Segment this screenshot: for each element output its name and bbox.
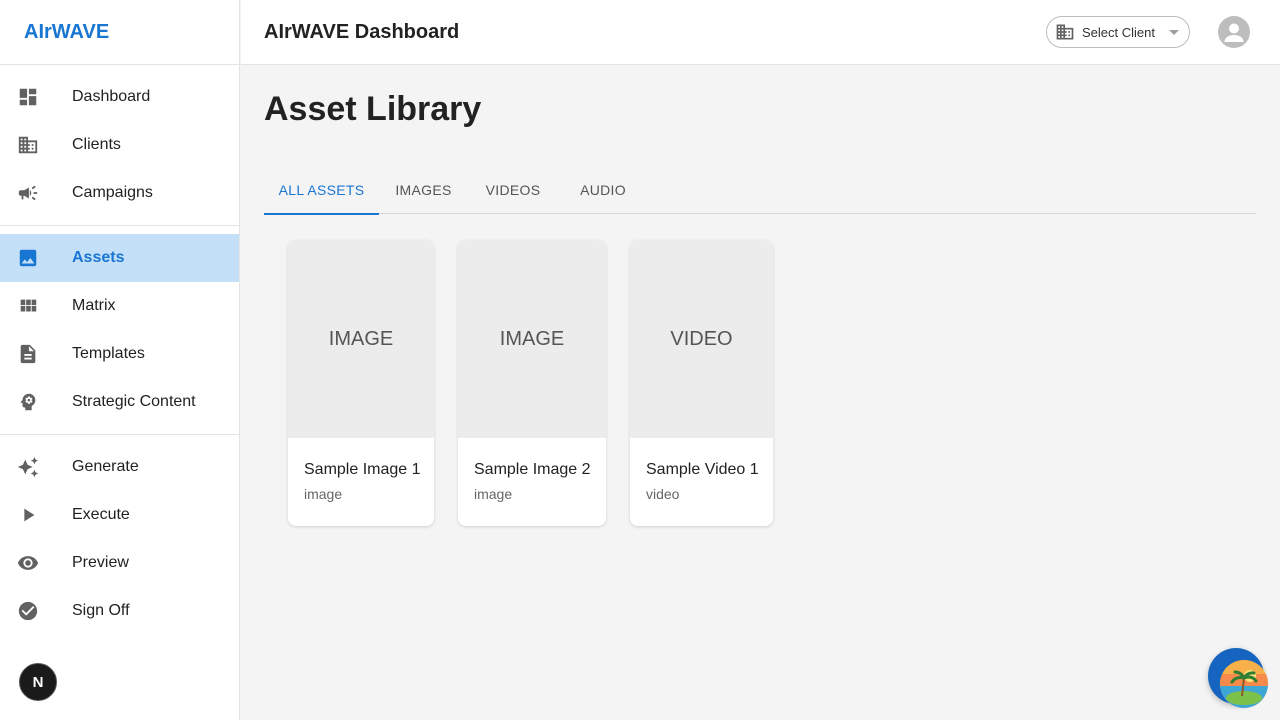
client-select-label: Select Client bbox=[1082, 24, 1155, 40]
user-avatar[interactable] bbox=[1218, 16, 1250, 48]
sidebar-item-assets[interactable]: Assets bbox=[0, 234, 239, 282]
person-icon bbox=[1224, 23, 1244, 42]
asset-card[interactable]: IMAGE Sample Image 1 image bbox=[288, 240, 434, 526]
asset-thumbnail: IMAGE bbox=[458, 240, 606, 438]
sidebar-item-label: Sign Off bbox=[72, 602, 130, 619]
tab-images[interactable]: IMAGES bbox=[379, 166, 468, 214]
grid-icon bbox=[0, 295, 56, 317]
eye-icon bbox=[0, 552, 56, 574]
sidebar-item-matrix[interactable]: Matrix bbox=[0, 282, 239, 330]
asset-tabs: ALL ASSETS IMAGES VIDEOS AUDIO bbox=[264, 166, 1256, 215]
asset-card[interactable]: IMAGE Sample Image 2 image bbox=[458, 240, 606, 526]
sidebar: AIrWAVE Dashboard Clients Campaigns Asse… bbox=[0, 0, 240, 720]
image-icon bbox=[0, 247, 56, 269]
sidebar-item-preview[interactable]: Preview bbox=[0, 539, 239, 587]
assistant-fab-button[interactable] bbox=[1208, 648, 1268, 708]
sidebar-item-label: Execute bbox=[72, 506, 130, 523]
page-title: Asset Library bbox=[264, 90, 482, 128]
asset-name: Sample Image 1 bbox=[304, 461, 421, 478]
client-select[interactable]: Select Client bbox=[1046, 16, 1190, 48]
tab-all-assets[interactable]: ALL ASSETS bbox=[264, 166, 379, 215]
sidebar-item-label: Strategic Content bbox=[72, 393, 196, 410]
sidebar-item-label: Campaigns bbox=[72, 184, 153, 201]
sidebar-item-label: Clients bbox=[72, 136, 121, 153]
sidebar-item-label: Matrix bbox=[72, 297, 116, 314]
description-icon bbox=[0, 343, 56, 365]
tab-videos[interactable]: VIDEOS bbox=[468, 166, 558, 214]
tab-audio[interactable]: AUDIO bbox=[558, 166, 648, 214]
business-icon bbox=[0, 134, 56, 156]
asset-type: image bbox=[304, 486, 343, 502]
business-icon bbox=[1055, 22, 1075, 42]
chevron-down-icon bbox=[1169, 30, 1179, 35]
psychology-icon bbox=[0, 391, 56, 413]
sidebar-item-label: Templates bbox=[72, 345, 145, 362]
sidebar-item-label: Generate bbox=[72, 458, 139, 475]
play-icon bbox=[0, 504, 56, 526]
dev-tools-badge[interactable]: N bbox=[19, 663, 57, 701]
nav-group-content: Assets Matrix Templates Strategic Conten… bbox=[0, 226, 239, 435]
dashboard-icon bbox=[0, 86, 56, 108]
nav-group-main: Dashboard Clients Campaigns bbox=[0, 65, 239, 226]
asset-name: Sample Image 2 bbox=[474, 461, 591, 478]
auto-awesome-icon bbox=[0, 456, 56, 478]
top-app-bar: AIrWAVE Dashboard Select Client bbox=[241, 0, 1280, 65]
sidebar-item-label: Assets bbox=[72, 249, 125, 266]
beach-island-icon bbox=[1220, 660, 1268, 708]
sidebar-item-templates[interactable]: Templates bbox=[0, 330, 239, 378]
sidebar-item-execute[interactable]: Execute bbox=[0, 491, 239, 539]
sidebar-item-label: Dashboard bbox=[72, 88, 151, 105]
sidebar-item-campaigns[interactable]: Campaigns bbox=[0, 169, 239, 217]
app-title: AIrWAVE Dashboard bbox=[264, 20, 460, 43]
asset-thumbnail: VIDEO bbox=[630, 240, 773, 438]
sidebar-item-dashboard[interactable]: Dashboard bbox=[0, 73, 239, 121]
sidebar-item-label: Preview bbox=[72, 554, 129, 571]
sidebar-item-generate[interactable]: Generate bbox=[0, 443, 239, 491]
asset-name: Sample Video 1 bbox=[646, 461, 759, 478]
sidebar-item-strategic-content[interactable]: Strategic Content bbox=[0, 378, 239, 426]
check-circle-icon bbox=[0, 600, 56, 622]
asset-type: image bbox=[474, 486, 513, 502]
sidebar-item-clients[interactable]: Clients bbox=[0, 121, 239, 169]
brand-logo[interactable]: AIrWAVE bbox=[0, 0, 239, 65]
asset-type: video bbox=[646, 486, 680, 502]
nav-group-workflow: Generate Execute Preview Sign Off bbox=[0, 435, 239, 643]
asset-card[interactable]: VIDEO Sample Video 1 video bbox=[630, 240, 773, 526]
sidebar-item-sign-off[interactable]: Sign Off bbox=[0, 587, 239, 635]
asset-thumbnail: IMAGE bbox=[288, 240, 434, 438]
campaign-icon bbox=[0, 182, 56, 204]
